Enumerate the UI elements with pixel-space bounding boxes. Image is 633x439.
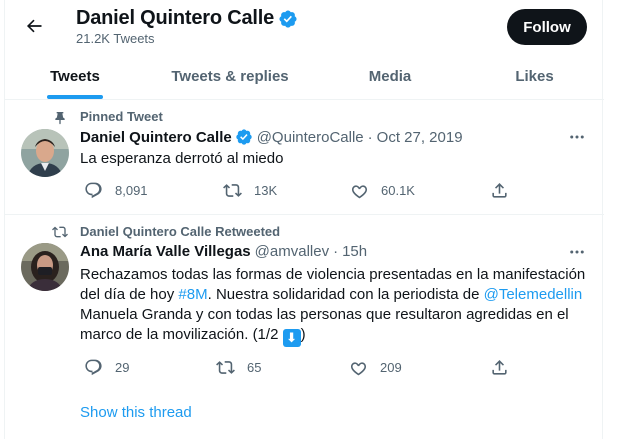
like-count: 60.1K [381, 183, 415, 198]
share-icon [492, 183, 507, 198]
avatar[interactable] [21, 129, 69, 177]
avatar-photo [21, 129, 69, 177]
verified-badge-icon [279, 9, 297, 28]
profile-tabs: Tweets Tweets & replies Media Likes [5, 53, 604, 100]
retweet-count: 65 [247, 360, 262, 375]
author-name[interactable]: Ana María Valle Villegas [80, 243, 251, 260]
reply-count: 29 [115, 360, 130, 375]
tab-tweets-and-replies[interactable]: Tweets & replies [145, 53, 315, 99]
follow-button[interactable]: Follow [507, 9, 587, 45]
tweet-card[interactable]: Pinned Tweet Daniel Quintero Calle @Quin… [5, 100, 604, 215]
tab-label: Tweets & replies [171, 67, 289, 85]
tweet-timestamp[interactable]: 15h [342, 243, 367, 260]
like-button[interactable]: 209 [349, 358, 402, 377]
tweet-context: Pinned Tweet [55, 109, 163, 125]
retweet-button[interactable]: 65 [216, 358, 261, 377]
tweet-actions: 29 65 209 [80, 358, 520, 378]
retweet-icon [223, 184, 242, 197]
retweet-icon [52, 226, 68, 238]
retweet-button[interactable]: 13K [223, 181, 277, 200]
more-icon [570, 250, 584, 254]
separator-dot: · [367, 128, 373, 146]
more-options-button[interactable] [564, 127, 590, 147]
tweet-context: Daniel Quintero Calle Retweeted [52, 224, 280, 239]
like-count: 209 [380, 360, 402, 375]
tweet-text-part: . Nuestra solidaridad con la periodista … [207, 286, 484, 303]
tweet-text-part: ) [300, 326, 306, 343]
pin-icon [55, 112, 65, 125]
separator-dot: · [333, 243, 339, 260]
verified-badge-icon [235, 128, 253, 146]
heart-icon [351, 185, 368, 199]
retweet-count: 13K [254, 183, 278, 198]
retweet-icon [216, 361, 235, 374]
avatar-photo [21, 243, 69, 291]
author-handle[interactable]: @QuinteroCalle [257, 129, 364, 146]
profile-title-block: Daniel Quintero Calle 21.2K Tweets [76, 7, 298, 46]
tab-likes[interactable]: Likes [465, 53, 604, 99]
show-thread-link[interactable]: Show this thread [80, 404, 192, 421]
tab-label: Tweets [50, 67, 100, 85]
tweet-header: Daniel Quintero Calle @QuinteroCalle · O… [80, 128, 463, 146]
reply-button[interactable]: 29 [84, 358, 129, 377]
reply-icon [85, 182, 102, 199]
profile-name: Daniel Quintero Calle [76, 7, 275, 29]
author-handle[interactable]: @amvallev [255, 243, 329, 260]
tweet-count: 21.2K Tweets [76, 31, 155, 46]
tab-label: Likes [515, 67, 554, 85]
hashtag-link[interactable]: #8M [178, 286, 207, 303]
tweet-text: La esperanza derrotó al miedo [80, 150, 284, 167]
tweet-header: Ana María Valle Villegas @amvallev · 15h [80, 243, 367, 260]
active-tab-indicator [47, 95, 103, 99]
share-button[interactable] [490, 358, 509, 377]
tab-tweets[interactable]: Tweets [5, 53, 145, 99]
profile-header: Daniel Quintero Calle 21.2K Tweets Follo… [5, 0, 604, 53]
like-button[interactable]: 60.1K [350, 181, 415, 200]
down-arrow-emoji-icon: ⬇ [282, 329, 301, 347]
heart-icon [350, 362, 367, 376]
share-icon [492, 360, 507, 375]
tweet-text-part: Manuela Granda y con todas las personas … [80, 306, 569, 343]
back-button[interactable] [17, 9, 51, 43]
author-name[interactable]: Daniel Quintero Calle [80, 129, 232, 146]
timeline-column: Daniel Quintero Calle 21.2K Tweets Follo… [4, 0, 604, 439]
tweet-actions: 8,091 13K 60.1K [80, 181, 520, 201]
share-button[interactable] [490, 181, 509, 200]
more-options-button[interactable] [564, 242, 590, 262]
more-icon [570, 135, 584, 139]
tab-label: Media [368, 67, 412, 85]
tweet-text: Rechazamos todas las formas de violencia… [80, 265, 590, 347]
tweet-timestamp[interactable]: Oct 27, 2019 [377, 129, 463, 146]
retweeted-label[interactable]: Daniel Quintero Calle Retweeted [80, 224, 280, 239]
avatar[interactable] [21, 243, 69, 291]
reply-icon [85, 359, 102, 376]
tweet-card[interactable]: Daniel Quintero Calle Retweeted Ana Marí… [5, 215, 604, 439]
arrow-left-icon [26, 19, 42, 33]
mention-link[interactable]: @Telemedellin [484, 286, 583, 303]
reply-button[interactable]: 8,091 [84, 181, 148, 200]
pinned-label: Pinned Tweet [80, 109, 163, 124]
reply-count: 8,091 [115, 183, 148, 198]
tab-media[interactable]: Media [315, 53, 465, 99]
